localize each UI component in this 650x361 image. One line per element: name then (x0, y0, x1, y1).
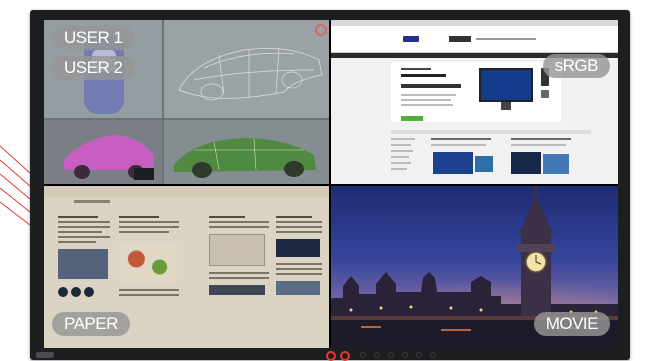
monitor-button[interactable] (416, 352, 422, 358)
monitor: USER 1 USER 2 sRGB PAPER MOVIE (30, 10, 630, 361)
monitor-button[interactable] (360, 352, 366, 358)
brand-logo-icon (36, 352, 54, 358)
monitor-bottom-bezel (30, 348, 630, 361)
mode-label-paper: PAPER (52, 312, 130, 336)
mode-label-user1: USER 1 (52, 26, 135, 50)
monitor-button[interactable] (430, 352, 436, 358)
monitor-button[interactable] (374, 352, 380, 358)
webpage-hero (391, 62, 561, 122)
webpage-search-icon (449, 36, 471, 42)
monitor-button[interactable] (388, 352, 394, 358)
quadrant-movie-scene: MOVIE (331, 186, 618, 348)
webpage-monitor-image-icon (479, 68, 533, 102)
monitor-screen: USER 1 USER 2 sRGB PAPER MOVIE (44, 20, 618, 348)
webpage-logo-icon (403, 36, 419, 42)
quadrant-cad: USER 1 USER 2 (44, 20, 329, 184)
webpage-header (331, 26, 618, 53)
mode-label-movie: MOVIE (533, 312, 610, 336)
mode-label-srgb: sRGB (542, 54, 610, 78)
monitor-button[interactable] (402, 352, 408, 358)
quadrant-srgb-webpage: sRGB (331, 20, 618, 184)
webpage-cta-button-icon (401, 116, 423, 121)
quadrant-paper-document: PAPER (44, 186, 329, 348)
mode-label-user2: USER 2 (52, 56, 135, 80)
